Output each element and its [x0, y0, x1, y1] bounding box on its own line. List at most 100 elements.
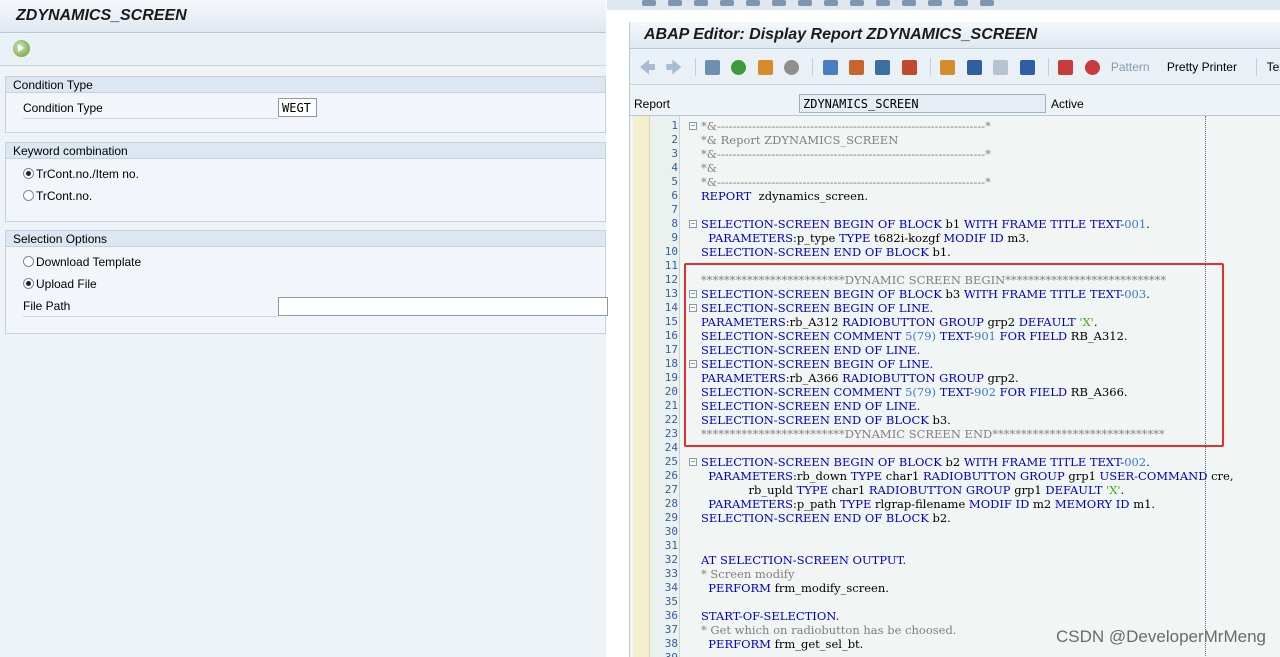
- navigate-icon[interactable]: [875, 59, 891, 75]
- radio-upload-file[interactable]: Upload File: [23, 277, 97, 291]
- code-token: m2: [1029, 497, 1055, 511]
- execute-icon[interactable]: [13, 40, 30, 57]
- file-path-input[interactable]: [278, 297, 608, 316]
- breakpoint-icon[interactable]: [1058, 59, 1074, 75]
- pretty-printer-button[interactable]: Pretty Printer: [1167, 60, 1237, 74]
- code-token: *&--------------------------------------…: [701, 175, 991, 189]
- radio-trcont[interactable]: TrCont.no.: [23, 189, 92, 203]
- code-token: *&--------------------------------------…: [701, 147, 991, 161]
- code-token: TYPE: [796, 483, 828, 497]
- condition-type-input[interactable]: WEGT: [278, 98, 317, 117]
- code-token: 5(79): [905, 385, 937, 399]
- fold-toggle-icon[interactable]: −: [689, 458, 697, 466]
- pattern-button[interactable]: Pattern: [1111, 60, 1150, 74]
- line-number: 20: [664, 385, 678, 398]
- selection-options-block: Selection Options Download Template Uplo…: [5, 230, 608, 334]
- line-number: 25: [664, 455, 678, 468]
- abap-editor-window: ABAP Editor: Display Report ZDYNAMICS_SC…: [629, 22, 1280, 657]
- line-number: 9: [671, 231, 678, 244]
- code-token: SELECTION-SCREEN END OF BLOCK: [701, 245, 929, 259]
- code-token: grp1: [1010, 483, 1046, 497]
- line-number: 16: [664, 329, 678, 342]
- line-number: 37: [664, 623, 678, 636]
- code-token: b1: [941, 217, 964, 231]
- code-token: b2.: [928, 511, 951, 525]
- fold-toggle-icon[interactable]: −: [689, 360, 697, 368]
- block-header: Selection Options: [6, 231, 605, 247]
- editor-toolbar: Pattern Pretty Printer Text Eler: [630, 49, 1280, 85]
- code-token: :rb_A366: [785, 371, 843, 385]
- code-line: *************************DYNAMIC SCREEN …: [701, 273, 1166, 287]
- line-number: 12: [664, 273, 678, 286]
- radio-empty-icon[interactable]: [23, 256, 34, 267]
- line-number: 28: [664, 497, 678, 510]
- code-line: *& Report ZDYNAMICS_SCREEN: [701, 133, 898, 147]
- radio-trcont-item[interactable]: TrCont.no./Item no.: [23, 167, 139, 181]
- fold-toggle-icon[interactable]: −: [689, 122, 697, 130]
- code-line: *************************DYNAMIC SCREEN …: [701, 427, 1165, 441]
- code-token: SELECTION-SCREEN BEGIN OF BLOCK: [701, 287, 942, 301]
- code-line: SELECTION-SCREEN BEGIN OF BLOCK b2 WITH …: [701, 455, 1150, 469]
- radio-selected-icon[interactable]: [23, 278, 34, 289]
- line-number: 10: [664, 245, 678, 258]
- hierarchy-icon[interactable]: [940, 59, 956, 75]
- toolbar-separator: [1047, 58, 1049, 76]
- display-change-icon[interactable]: [705, 59, 721, 75]
- code-token: SELECTION-SCREEN BEGIN OF BLOCK: [701, 217, 942, 231]
- fold-toggle-icon[interactable]: −: [689, 304, 697, 312]
- activate-icon[interactable]: [731, 59, 747, 75]
- report-name-field[interactable]: ZDYNAMICS_SCREEN: [799, 94, 1046, 113]
- code-line: *&--------------------------------------…: [701, 175, 991, 189]
- radio-download-template[interactable]: Download Template: [23, 255, 141, 269]
- code-token: FOR FIELD: [999, 329, 1068, 343]
- line-number: 3: [671, 147, 678, 160]
- condition-type-label: Condition Type: [23, 101, 103, 115]
- file-path-label: File Path: [23, 299, 71, 313]
- object-list-icon[interactable]: [822, 59, 838, 75]
- session-breakpoint-icon[interactable]: [1084, 59, 1100, 75]
- layout-icon[interactable]: [993, 59, 1009, 75]
- check-icon[interactable]: [757, 59, 773, 75]
- stack-icon[interactable]: [966, 59, 982, 75]
- line-number: 11: [664, 259, 678, 272]
- radio-selected-icon[interactable]: [23, 168, 34, 179]
- where-used-icon[interactable]: [784, 59, 800, 75]
- code-line: PARAMETERS:rb_A366 RADIOBUTTON GROUP grp…: [701, 371, 1019, 385]
- info-icon[interactable]: [1019, 59, 1035, 75]
- code-token: grp2.: [983, 371, 1019, 385]
- code-line: SELECTION-SCREEN BEGIN OF LINE.: [701, 357, 933, 371]
- line-number: 32: [664, 553, 678, 566]
- code-line: * Screen modify: [701, 567, 795, 581]
- code-token: PARAMETERS: [701, 231, 794, 245]
- line-number: 23: [664, 427, 678, 440]
- radio-empty-icon[interactable]: [23, 190, 34, 201]
- program-title: ZDYNAMICS_SCREEN: [0, 0, 606, 33]
- code-token: rb_upld: [701, 483, 797, 497]
- fold-toggle-icon[interactable]: −: [689, 290, 697, 298]
- code-token: grp2: [983, 315, 1019, 329]
- code-token: TEXT-: [939, 329, 975, 343]
- text-elements-button[interactable]: Text Eler: [1267, 60, 1280, 74]
- line-number: 4: [671, 161, 678, 174]
- breakpoint-gutter[interactable]: [633, 116, 650, 657]
- code-token: .: [1120, 483, 1125, 497]
- code-token: * Get which on radiobutton has be choose…: [701, 623, 957, 637]
- fold-toggle-icon[interactable]: −: [689, 220, 697, 228]
- code-token: :p_path: [793, 497, 840, 511]
- code-token: TYPE: [839, 497, 872, 511]
- code-token: SELECTION-SCREEN END OF BLOCK: [701, 511, 929, 525]
- code-editor[interactable]: 1− *&------------------------------------…: [630, 115, 1280, 657]
- code-line: SELECTION-SCREEN COMMENT 5(79) TEXT-902 …: [701, 385, 1128, 399]
- line-number: 14: [664, 301, 678, 314]
- code-line: START-OF-SELECTION.: [701, 609, 839, 623]
- code-token: SELECTION-SCREEN BEGIN OF BLOCK: [701, 455, 942, 469]
- line-number: 29: [664, 511, 678, 524]
- code-token: .: [1146, 287, 1150, 301]
- back-arrow-icon[interactable]: [640, 59, 655, 75]
- enhancement-icon[interactable]: [901, 59, 917, 75]
- edit-pencil-icon[interactable]: [849, 59, 865, 75]
- code-token: 002: [1124, 455, 1147, 469]
- code-token: .: [1093, 315, 1098, 329]
- code-token: USER-COMMAND: [1099, 469, 1208, 483]
- forward-arrow-icon[interactable]: [666, 59, 682, 75]
